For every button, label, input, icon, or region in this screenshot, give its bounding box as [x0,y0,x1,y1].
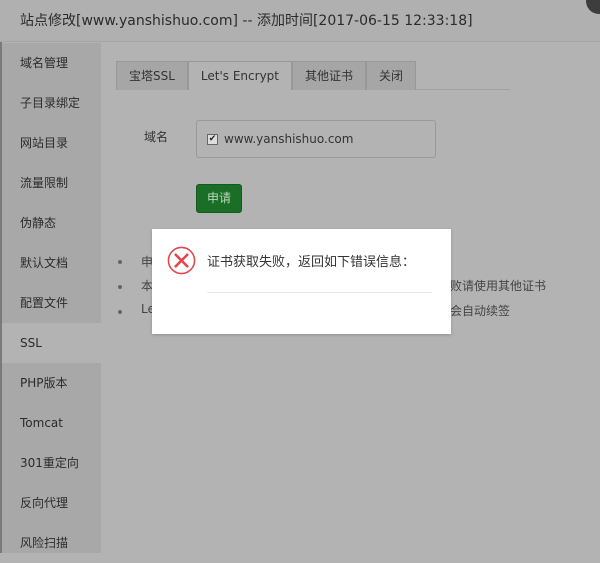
tab-close[interactable]: 关闭 [366,61,417,90]
sidebar-item-traffic[interactable]: 流量限制 [2,163,101,203]
window-title: 站点修改[www.yanshishuo.com] -- 添加时间[2017-06… [0,0,600,42]
sidebar-item-ssl[interactable]: SSL [2,323,101,363]
tab-bt-ssl[interactable]: 宝塔SSL [116,61,188,90]
sidebar: 域名管理 子目录绑定 网站目录 流量限制 伪静态 默认文档 配置文件 SSL P… [2,43,101,553]
sidebar-item-scan[interactable]: 风险扫描 [2,523,101,563]
error-message: 证书获取失败，返回如下错误信息： [207,255,416,270]
error-x-circle-icon [167,246,196,275]
sidebar-item-proxy[interactable]: 反向代理 [2,483,101,523]
bullet-dot [118,260,122,264]
domain-label: 域名 [144,130,169,144]
sidebar-item-site-dir[interactable]: 网站目录 [2,123,101,163]
domain-value: www.yanshishuo.com [224,132,354,146]
domain-list: ✔ www.yanshishuo.com [196,120,436,158]
sidebar-item-rewrite[interactable]: 伪静态 [2,203,101,243]
tab-lets-encrypt[interactable]: Let's Encrypt [187,61,292,90]
bullet-dot [118,310,122,314]
note-right: 败请使用其他证书 [450,279,547,293]
error-dialog: 证书获取失败，返回如下错误信息： [152,229,451,334]
sidebar-item-domain[interactable]: 域名管理 [2,43,101,83]
sidebar-item-tomcat[interactable]: Tomcat [2,403,101,443]
bullet-dot [118,285,122,289]
sidebar-item-config[interactable]: 配置文件 [2,283,101,323]
note-right: 会自动续签 [450,304,511,318]
sidebar-item-php[interactable]: PHP版本 [2,363,101,403]
divider [207,292,432,293]
apply-button[interactable]: 申请 [196,184,242,213]
sidebar-item-subdir[interactable]: 子目录绑定 [2,83,101,123]
ssl-tabs: 宝塔SSL Let's Encrypt 其他证书 关闭 [116,61,510,90]
sidebar-item-redirect[interactable]: 301重定向 [2,443,101,483]
tab-other-cert[interactable]: 其他证书 [292,61,367,90]
sidebar-item-default-doc[interactable]: 默认文档 [2,243,101,283]
domain-checkbox[interactable]: ✔ [207,133,218,145]
